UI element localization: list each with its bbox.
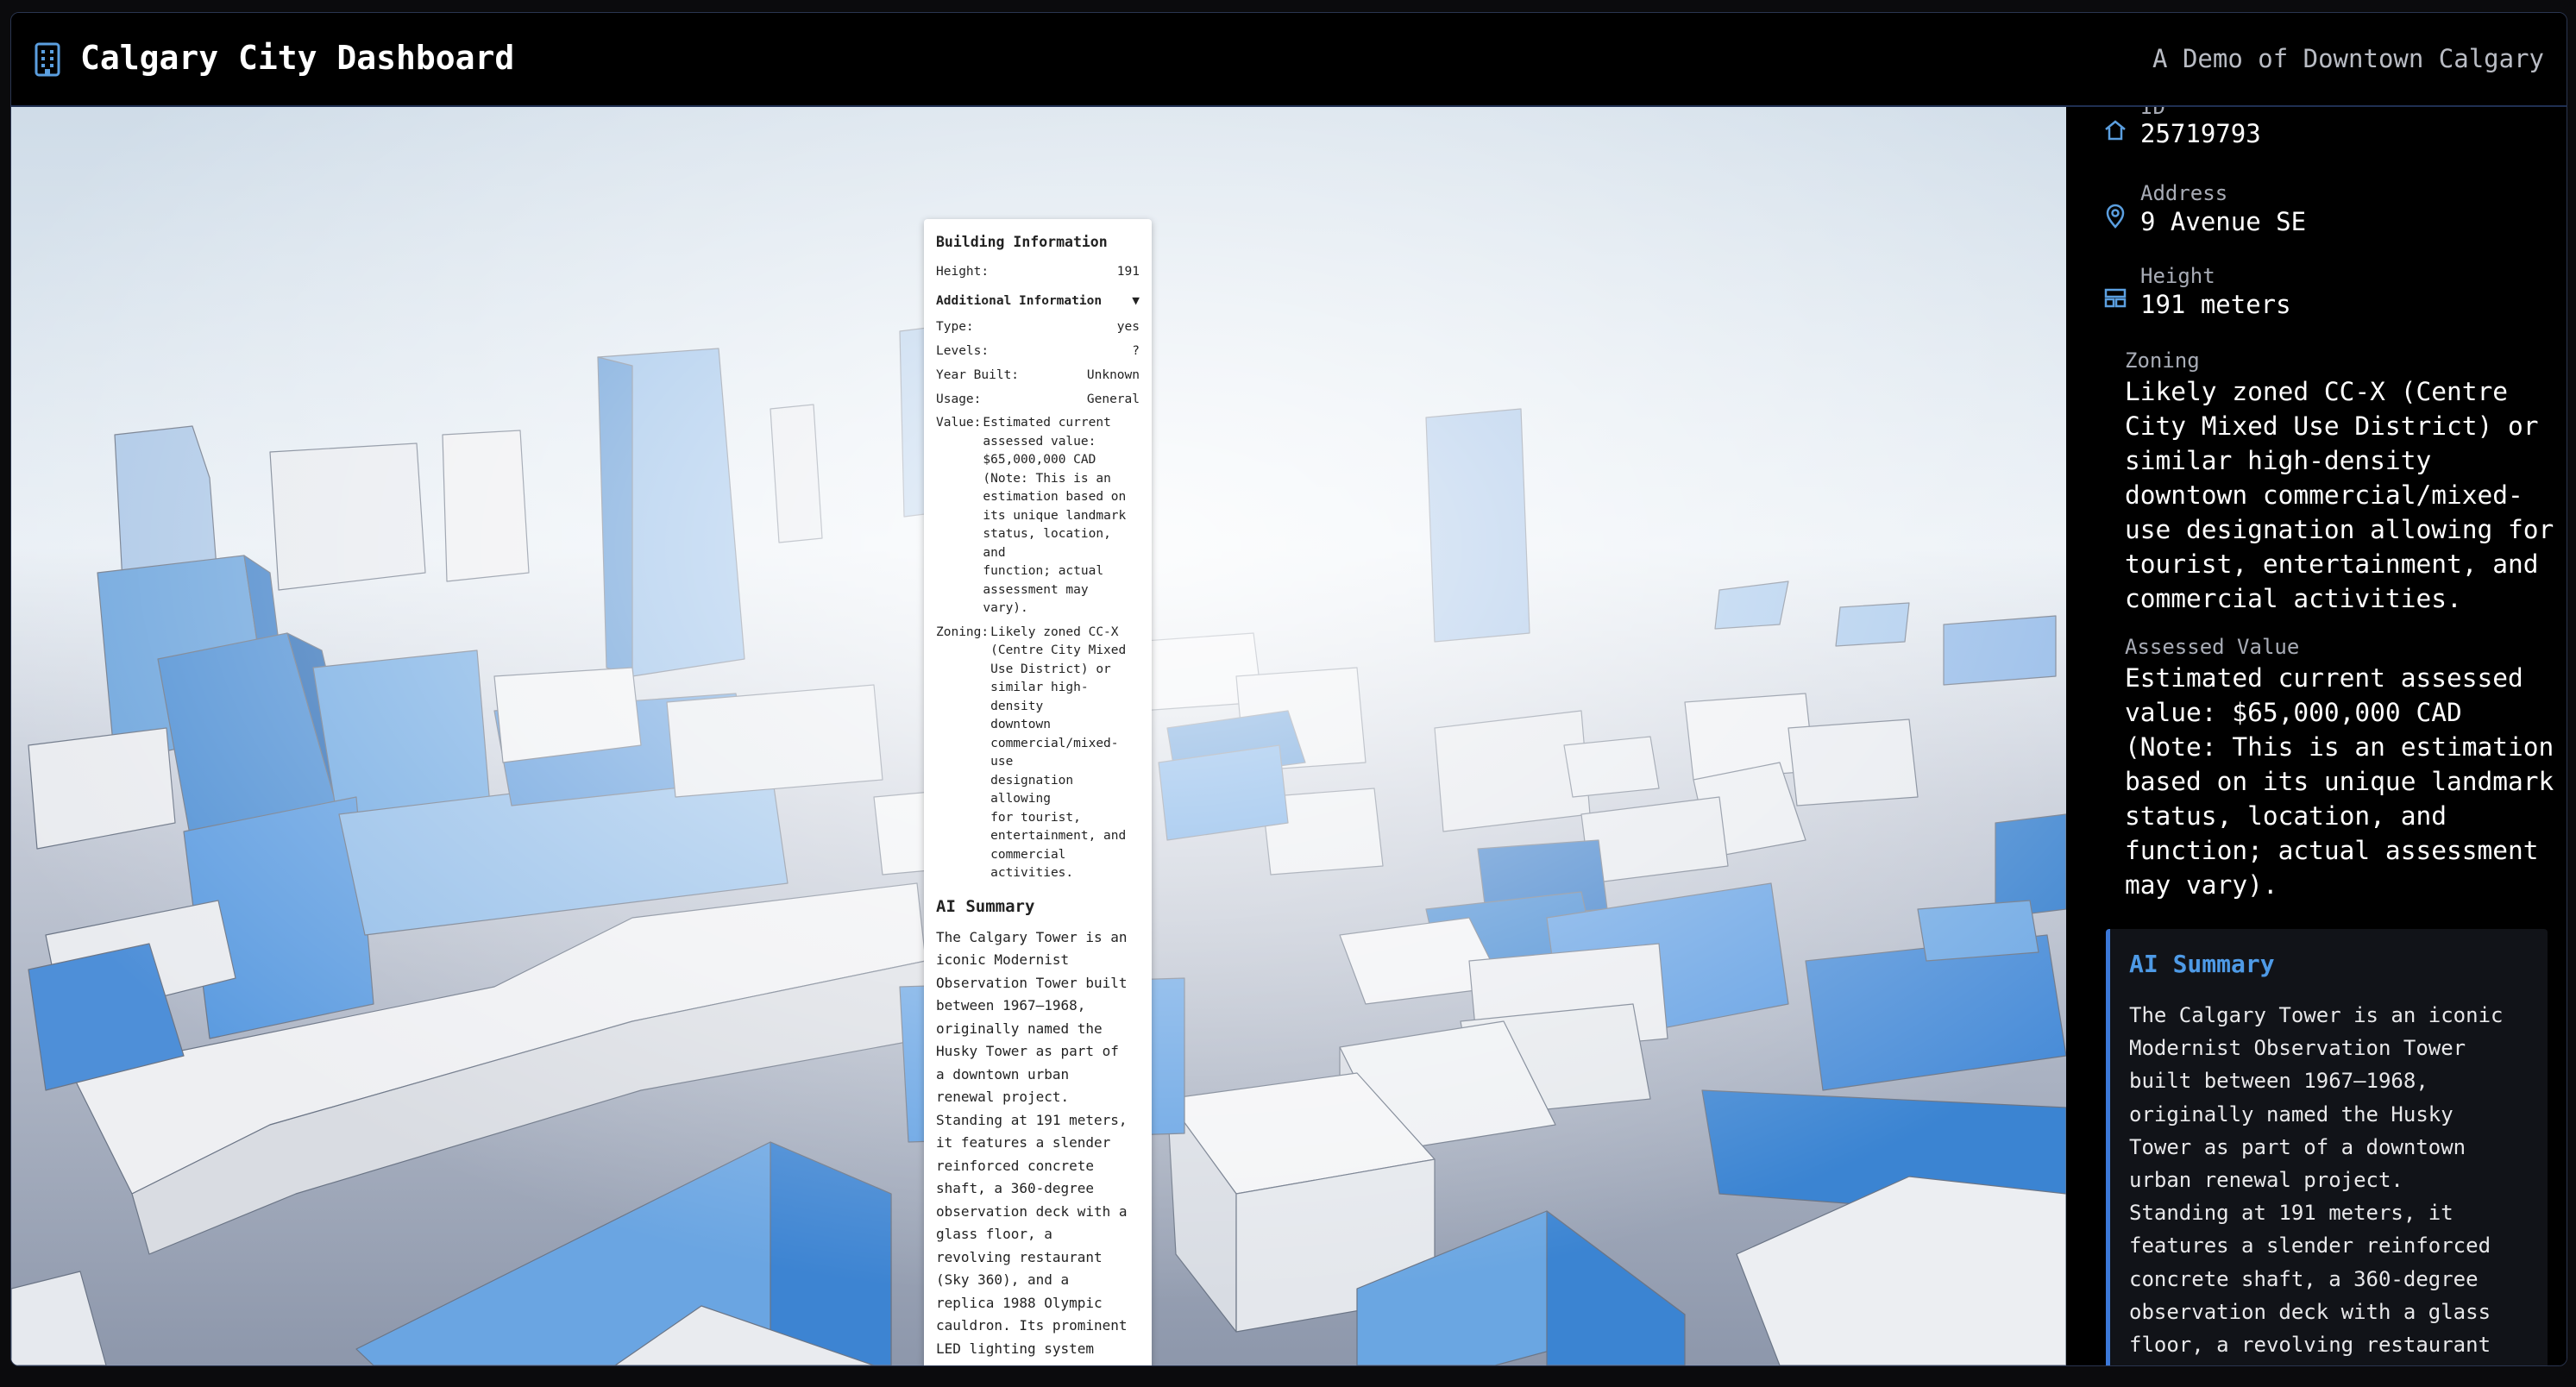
ruler-icon [2104,288,2127,308]
header: Calgary City Dashboard A Demo of Downtow… [11,13,2567,107]
id-value: 25719793 [2140,119,2261,148]
popup-usage-row: Usage: General [936,388,1140,411]
popup-usage-value: General [1086,392,1140,406]
popup-ai-summary-title: AI Summary [936,896,1035,916]
height-value: 191 meters [2140,290,2291,319]
map-3d-view[interactable]: Building Information Height: 191 Additio… [11,107,2066,1365]
popup-levels-row: Levels: ? [936,340,1140,362]
popup-type-label: Type: [936,320,974,334]
zoning-label: Zoning [2125,348,2200,373]
popup-ai-summary-text: The Calgary Tower is an iconic Modernist… [936,928,1128,1366]
assessed-value-label: Assessed Value [2125,635,2300,659]
popup-title: Building Information [936,234,1108,250]
additional-info-label: Additional Information [936,294,1103,308]
id-label: ID [2140,107,2165,119]
popup-year-label: Year Built: [936,368,1020,382]
address-label: Address [2140,181,2228,205]
popup-type-value: yes [1116,320,1140,334]
popup-type-row: Type: yes [936,316,1140,338]
zoning-value: Likely zoned CC-X (Centre City Mixed Use… [2125,377,2554,613]
app-window: Calgary City Dashboard A Demo of Downtow… [10,12,2567,1366]
popup-levels-label: Levels: [936,344,990,358]
address-value: 9 Avenue SE [2140,207,2307,236]
assessed-value-text: Estimated current assessed value: $65,00… [2125,663,2554,900]
popup-zoning-text: Likely zoned CC-X (Centre City Mixed Use… [990,624,1127,881]
popup-zoning-row: Zoning: Likely zoned CC-X (Centre City M… [936,624,1140,883]
additional-info-toggle[interactable]: Additional Information ▼ [936,290,1140,312]
building-details-panel[interactable]: ID 25719793 Address 9 Avenue SE Height 1… [2068,107,2567,1365]
home-icon [2105,120,2126,141]
popup-value-row: Value: Estimated current assessed value:… [936,414,1140,618]
popup-value-text: Estimated current assessed value: $65,00… [983,416,1127,615]
ai-summary-title: AI Summary [2129,950,2275,978]
height-label: Height [2140,264,2215,288]
popup-zoning-label: Zoning: [936,624,990,639]
popup-height-value: 191 [1116,265,1140,279]
popup-levels-value: ? [1132,344,1140,358]
popup-value-label: Value: [936,416,982,430]
app-subtitle: A Demo of Downtown Calgary [2152,44,2544,73]
popup-year-row: Year Built: Unknown [936,364,1140,386]
assessed-value-block: Assessed Value Estimated current assesse… [2125,635,2556,902]
popup-height-row: Height: 191 [936,260,1140,283]
app-title: Calgary City Dashboard [80,39,515,77]
building-icon [35,42,60,77]
ai-summary-card: AI Summary The Calgary Tower is an iconi… [2106,929,2548,1365]
building-popup: Building Information Height: 191 Additio… [924,219,1152,1365]
zoning-block: Zoning Likely zoned CC-X (Centre City Mi… [2125,348,2556,616]
ai-summary-text: The Calgary Tower is an iconic Modernist… [2129,1003,2504,1358]
popup-year-value: Unknown [1086,368,1140,382]
chevron-down-icon[interactable]: ▼ [1132,290,1140,312]
popup-usage-label: Usage: [936,392,982,406]
location-pin-icon [2106,204,2125,229]
popup-height-label: Height: [936,265,990,279]
